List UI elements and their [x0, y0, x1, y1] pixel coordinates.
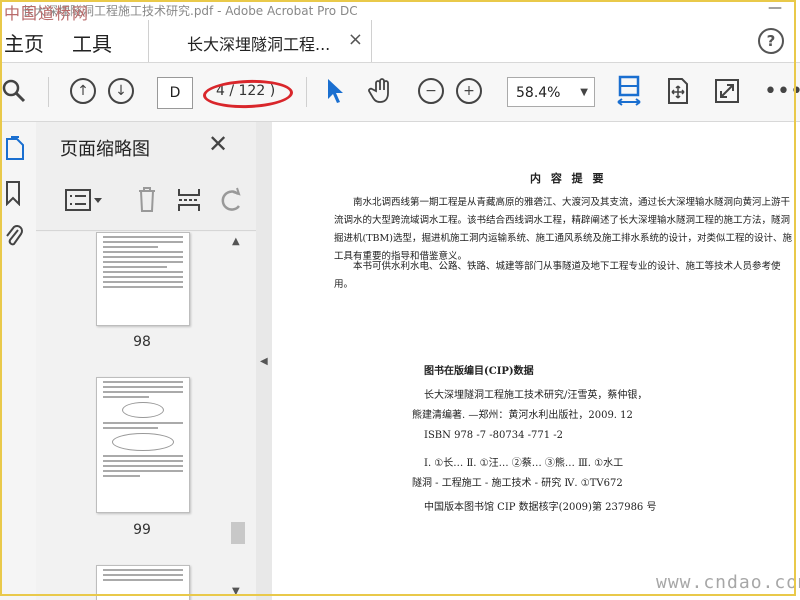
abstract-title: 内 容 提 要: [530, 172, 607, 185]
help-icon[interactable]: ?: [758, 28, 784, 54]
chevron-down-icon: ▼: [580, 87, 588, 98]
toolbar: ↑ ↓ D 4 / 122 ) − + 58.4% ▼ •••: [0, 63, 800, 122]
cip-isbn: ISBN 978 -7 -80734 -771 -2: [424, 430, 564, 441]
abstract-paragraph: 南水北调西线第一期工程是从青藏高原的雅砻江、大渡河及其支流，通过长大深埋输水隧洞…: [334, 197, 792, 262]
tab-bar: 主页 工具 长大深埋隧洞工程... × ?: [0, 20, 800, 63]
thumbnail-scrollbar[interactable]: ▲ ▼: [228, 232, 246, 600]
cip-title: 图书在版编目(CIP)数据: [424, 366, 534, 377]
fit-width-icon[interactable]: [616, 75, 642, 107]
cip-number: 中国版本图书馆 CIP 数据核字(2009)第 237986 号: [424, 502, 657, 513]
classification-line: 隧洞 - 工程施工 - 施工技术 - 研究 Ⅳ. ①TV672: [412, 478, 623, 489]
thumbnail-label: 98: [133, 334, 151, 350]
toolbar-divider: [48, 77, 49, 107]
panel-toolbar: [36, 174, 256, 231]
document-page: 内 容 提 要 南水北调西线第一期工程是从青藏高原的雅砻江、大渡河及其支流，通过…: [272, 122, 800, 600]
more-icon[interactable]: •••: [764, 75, 800, 107]
full-screen-icon[interactable]: [714, 75, 740, 107]
tab-document[interactable]: 长大深埋隧洞工程... ×: [148, 20, 372, 62]
zoom-in-icon[interactable]: +: [456, 75, 482, 107]
panel-collapse-handle[interactable]: ◀: [256, 122, 273, 600]
search-icon[interactable]: [2, 75, 28, 107]
thumbnail-page[interactable]: [96, 565, 190, 600]
options-menu-icon[interactable]: [64, 186, 104, 218]
page-thumbnails-icon[interactable]: [4, 136, 26, 166]
thumbnail-page[interactable]: [96, 377, 190, 513]
page-display-icon[interactable]: [666, 75, 690, 107]
select-cursor-icon[interactable]: [324, 75, 346, 107]
thumbnail-list: 98 99: [36, 232, 256, 600]
cip-line: 熊建清编著. —郑州：黄河水利出版社，2009. 12: [412, 410, 633, 421]
page-thumbnails-panel: 页面缩略图 ✕ 98 99 ▲ ▼: [36, 122, 257, 600]
tab-home[interactable]: 主页: [4, 28, 44, 57]
panel-title: 页面缩略图: [60, 139, 150, 160]
tab-document-label: 长大深埋隧洞工程...: [187, 35, 331, 54]
left-navigation-rail: [0, 122, 37, 600]
insert-page-icon[interactable]: [176, 186, 202, 218]
delete-icon[interactable]: [136, 184, 158, 218]
abstract-paragraph: 本书可供水利水电、公路、铁路、城建等部门从事隧道及地下工程专业的设计、施工等技术…: [334, 261, 781, 290]
minimize-button[interactable]: —: [768, 0, 782, 16]
page-down-icon[interactable]: ↓: [108, 75, 134, 107]
zoom-level-value: 58.4%: [516, 85, 561, 101]
toolbar-divider: [306, 77, 307, 107]
page-number-input[interactable]: D: [157, 77, 193, 109]
paperclip-icon[interactable]: [4, 222, 24, 254]
thumbnail-label: 99: [133, 522, 151, 538]
collapse-arrow-icon: ◀: [260, 356, 268, 367]
bookmark-icon[interactable]: [4, 180, 22, 210]
rotate-icon[interactable]: [218, 186, 244, 218]
panel-close-icon[interactable]: ✕: [208, 130, 228, 158]
watermark-logo-top: 中国道桥网: [4, 4, 90, 23]
thumbnail-page[interactable]: [96, 232, 190, 326]
title-bar: 长大深埋隧洞工程施工技术研究.pdf - Adobe Acrobat Pro D…: [0, 0, 800, 21]
page-up-icon[interactable]: ↑: [70, 75, 96, 107]
zoom-out-icon[interactable]: −: [418, 75, 444, 107]
scroll-up-icon[interactable]: ▲: [232, 236, 240, 247]
tab-close-icon[interactable]: ×: [348, 29, 363, 50]
cip-line: 长大深埋隧洞工程施工技术研究/汪雪英，蔡仲银，: [424, 390, 648, 401]
scrollbar-thumb[interactable]: [231, 522, 245, 544]
scroll-down-icon[interactable]: ▼: [232, 586, 240, 597]
zoom-level-dropdown[interactable]: 58.4% ▼: [507, 77, 595, 107]
hand-icon[interactable]: [368, 75, 396, 107]
watermark-url: www.cndao.com: [656, 572, 800, 593]
classification-line: Ⅰ. ①长… Ⅱ. ①汪… ②蔡… ③熊… Ⅲ. ①水工: [424, 458, 624, 469]
tab-tools[interactable]: 工具: [72, 28, 112, 57]
